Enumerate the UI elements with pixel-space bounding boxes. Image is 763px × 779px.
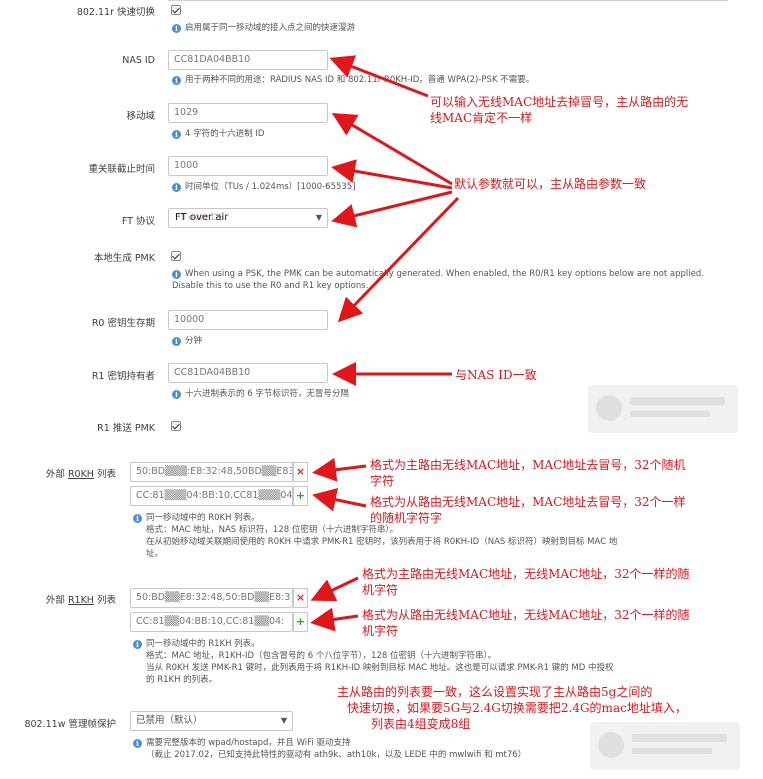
red-arrow-icon <box>310 607 359 632</box>
annotation-arrows <box>310 55 460 632</box>
red-arrow-icon <box>331 112 453 186</box>
red-arrow-icon <box>312 487 367 512</box>
red-arrow-icon <box>312 457 367 482</box>
red-arrow-icon <box>310 576 359 602</box>
red-arrow-icon <box>331 190 453 228</box>
red-arrow-icon <box>329 55 429 98</box>
red-arrow-icon <box>331 159 453 190</box>
